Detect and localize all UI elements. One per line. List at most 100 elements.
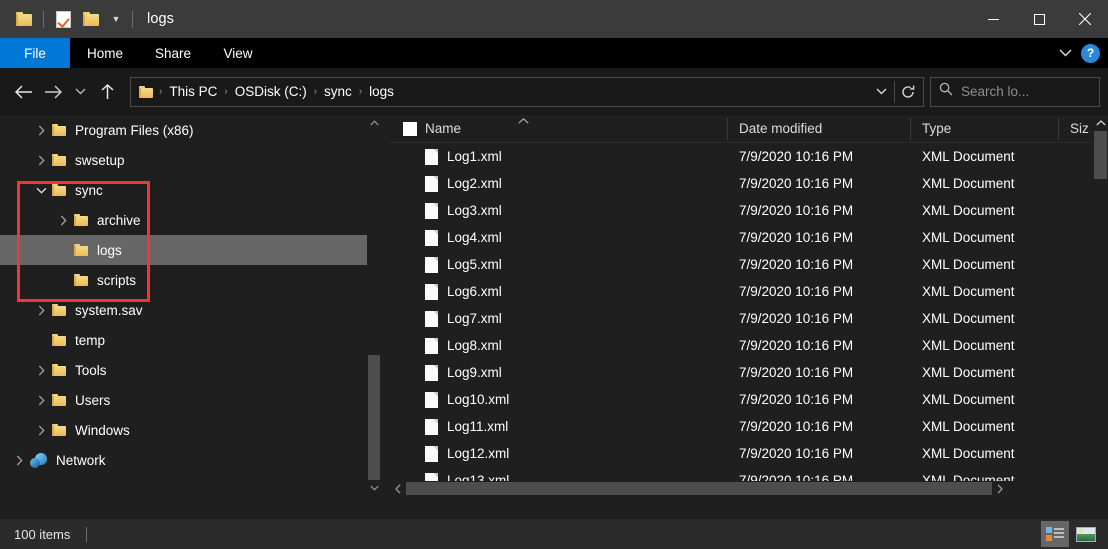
tab-file[interactable]: File: [0, 38, 70, 68]
table-row[interactable]: Log2.xml 7/9/2020 10:16 PM XML Document: [390, 170, 1108, 197]
sidebar-item-label: Program Files (x86): [75, 122, 194, 138]
column-header-name[interactable]: Name: [390, 115, 727, 143]
file-type-cell: XML Document: [910, 311, 1058, 326]
folder-icon: [74, 214, 88, 226]
column-header-type-label: Type: [922, 121, 952, 136]
file-list-horizontal-scrollbar[interactable]: [390, 481, 1108, 496]
collapsed-chevron-icon[interactable]: [30, 145, 52, 175]
table-row[interactable]: Log12.xml 7/9/2020 10:16 PM XML Document: [390, 440, 1108, 467]
sidebar-item-swsetup[interactable]: swsetup: [0, 145, 381, 175]
table-row[interactable]: Log1.xml 7/9/2020 10:16 PM XML Document: [390, 143, 1108, 170]
sidebar-item-sync[interactable]: sync: [0, 175, 381, 205]
expanded-chevron-icon[interactable]: [30, 175, 52, 205]
folder-icon: [52, 184, 66, 196]
content-area: Program Files (x86) swsetup sync archive log…: [0, 115, 1108, 519]
xml-document-icon: [425, 445, 438, 462]
table-row[interactable]: Log8.xml 7/9/2020 10:16 PM XML Document: [390, 332, 1108, 359]
table-row[interactable]: Log10.xml 7/9/2020 10:16 PM XML Document: [390, 386, 1108, 413]
folder-icon: [52, 304, 66, 316]
column-header-date-modified[interactable]: Date modified: [727, 115, 910, 143]
table-row[interactable]: Log5.xml 7/9/2020 10:16 PM XML Document: [390, 251, 1108, 278]
column-header-type[interactable]: Type: [910, 115, 1058, 143]
collapsed-chevron-icon[interactable]: [30, 355, 52, 385]
search-input[interactable]: Search lo...: [930, 76, 1100, 107]
file-scroll-up-icon[interactable]: [1093, 115, 1108, 131]
breadcrumb-bar[interactable]: › This PC › OSDisk (C:) › sync › logs: [130, 76, 924, 107]
breadcrumb-item-osdisk[interactable]: OSDisk (C:): [230, 81, 312, 102]
file-name-label: Log5.xml: [447, 257, 502, 272]
back-button[interactable]: [8, 77, 38, 107]
sidebar-item-windows[interactable]: Windows: [0, 415, 381, 445]
details-view-button[interactable]: [1041, 521, 1069, 547]
table-row[interactable]: Log11.xml 7/9/2020 10:16 PM XML Document: [390, 413, 1108, 440]
up-button[interactable]: [92, 77, 122, 107]
large-icons-view-button[interactable]: [1072, 521, 1100, 547]
view-buttons: [1041, 519, 1100, 549]
file-date-cell: 7/9/2020 10:16 PM: [727, 392, 910, 407]
breadcrumb-folder-icon: [139, 85, 153, 98]
collapsed-chevron-icon[interactable]: [30, 415, 52, 445]
sidebar-item-users[interactable]: Users: [0, 385, 381, 415]
file-type-cell: XML Document: [910, 230, 1058, 245]
sidebar-item-tools[interactable]: Tools: [0, 355, 381, 385]
folder-icon[interactable]: [10, 5, 38, 33]
nav-scroll-up-icon[interactable]: [367, 115, 381, 131]
column-header-size[interactable]: Siz: [1058, 115, 1093, 143]
tab-share[interactable]: Share: [140, 38, 206, 68]
nav-scroll-thumb[interactable]: [368, 355, 380, 480]
refresh-icon[interactable]: [895, 78, 921, 106]
sidebar-item-logs[interactable]: logs: [0, 235, 381, 265]
table-row[interactable]: Log9.xml 7/9/2020 10:16 PM XML Document: [390, 359, 1108, 386]
table-row[interactable]: Log7.xml 7/9/2020 10:16 PM XML Document: [390, 305, 1108, 332]
tab-view[interactable]: View: [206, 38, 270, 68]
close-button[interactable]: [1062, 0, 1108, 38]
new-folder-icon[interactable]: [77, 5, 105, 33]
recent-locations-chevron-down-icon[interactable]: [68, 77, 92, 107]
select-all-checkbox[interactable]: [403, 121, 417, 136]
collapsed-chevron-icon[interactable]: [30, 295, 52, 325]
hscroll-left-icon[interactable]: [390, 481, 406, 496]
expand-ribbon-chevron-down-icon[interactable]: [1051, 38, 1079, 68]
breadcrumb-item-this-pc[interactable]: This PC: [164, 81, 222, 102]
sidebar-item-network[interactable]: Network: [0, 445, 381, 475]
sidebar-item-scripts[interactable]: scripts: [0, 265, 381, 295]
breadcrumb-item-sync[interactable]: sync: [319, 81, 357, 102]
address-dropdown-chevron-down-icon[interactable]: [868, 78, 894, 106]
sidebar-item-temp[interactable]: temp: [0, 325, 381, 355]
file-name-label: Log4.xml: [447, 230, 502, 245]
file-date-cell: 7/9/2020 10:16 PM: [727, 203, 910, 218]
collapsed-chevron-icon[interactable]: [30, 385, 52, 415]
minimize-button[interactable]: [970, 0, 1016, 38]
sidebar-item-program-files-x86[interactable]: Program Files (x86): [0, 115, 381, 145]
table-row[interactable]: Log3.xml 7/9/2020 10:16 PM XML Document: [390, 197, 1108, 224]
hscroll-thumb[interactable]: [406, 482, 992, 495]
column-header-date-modified-label: Date modified: [739, 121, 823, 136]
navigation-pane-scrollbar[interactable]: [367, 115, 381, 496]
file-list-vertical-scrollbar[interactable]: [1093, 115, 1108, 481]
folder-tree: Program Files (x86) swsetup sync archive log…: [0, 115, 381, 475]
table-row[interactable]: Log4.xml 7/9/2020 10:16 PM XML Document: [390, 224, 1108, 251]
navigation-pane: Program Files (x86) swsetup sync archive log…: [0, 115, 381, 496]
sidebar-item-label: logs: [97, 242, 122, 258]
nav-scroll-down-icon[interactable]: [367, 480, 381, 496]
sidebar-item-system-sav[interactable]: system.sav: [0, 295, 381, 325]
hscroll-right-icon[interactable]: [992, 481, 1008, 496]
tab-home[interactable]: Home: [70, 38, 140, 68]
file-scroll-thumb[interactable]: [1094, 131, 1107, 179]
forward-button[interactable]: [38, 77, 68, 107]
sidebar-item-archive[interactable]: archive: [0, 205, 381, 235]
folder-icon: [52, 424, 66, 436]
qat-chevron-down-icon[interactable]: ▼: [105, 5, 127, 33]
maximize-button[interactable]: [1016, 0, 1062, 38]
collapsed-chevron-icon[interactable]: [30, 115, 52, 145]
collapsed-chevron-icon[interactable]: [8, 445, 30, 475]
table-row[interactable]: Log6.xml 7/9/2020 10:16 PM XML Document: [390, 278, 1108, 305]
file-name-label: Log12.xml: [447, 446, 510, 461]
properties-icon[interactable]: [49, 5, 77, 33]
help-button[interactable]: ?: [1081, 43, 1100, 63]
breadcrumb-item-logs[interactable]: logs: [364, 81, 399, 102]
collapsed-chevron-icon[interactable]: [52, 205, 74, 235]
sidebar-item-label: scripts: [97, 272, 137, 288]
